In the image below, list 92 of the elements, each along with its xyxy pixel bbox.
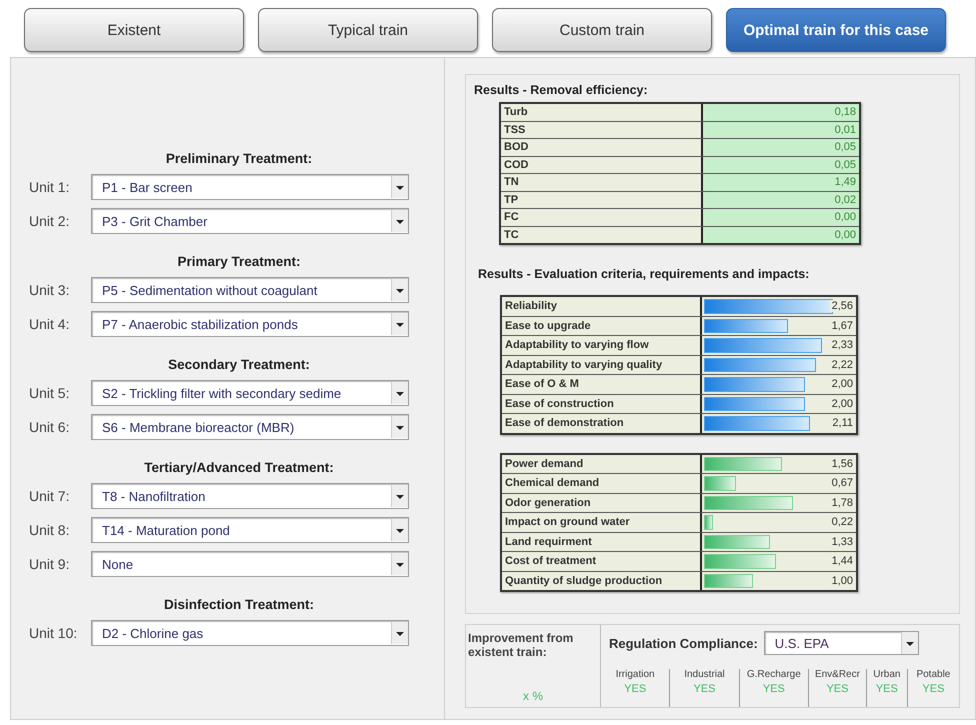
table-cell: 0,05 xyxy=(703,156,859,173)
bar-value: 2,00 xyxy=(830,398,856,410)
use-name: Urban xyxy=(873,669,900,680)
table-cell: 0,00 xyxy=(703,209,859,226)
use-status: YES xyxy=(876,683,898,695)
bar-value: 1,00 xyxy=(830,574,856,587)
improvement-label: Improvement from existent train: xyxy=(468,631,574,660)
table-cell: 0,00 xyxy=(703,226,859,243)
caret-icon xyxy=(391,622,408,644)
panel-title: Results - Removal efficiency: xyxy=(474,83,649,97)
section-heading: Primary Treatment: xyxy=(176,254,302,269)
table-cell: Adaptability to varying quality xyxy=(502,356,702,374)
unit-dropdown[interactable]: T8 - Nanofiltration xyxy=(91,483,409,509)
unit-label: Unit 10: xyxy=(29,625,78,641)
unit-label: Unit 9: xyxy=(29,556,70,572)
table-cell: Turb xyxy=(501,104,703,120)
table-cell: Ease of demonstration xyxy=(502,414,702,432)
unit-dropdown[interactable]: S6 - Membrane bioreactor (MBR) xyxy=(91,414,409,440)
tab[interactable]: Existent xyxy=(24,8,244,52)
tab[interactable]: Custom train xyxy=(492,8,712,52)
unit-label: Unit 3: xyxy=(29,282,70,298)
table-cell: FC xyxy=(501,209,703,226)
table-cell: Ease of O & M xyxy=(502,375,702,394)
bar-value: 1,44 xyxy=(830,555,856,568)
table-cell: COD xyxy=(501,156,703,173)
standard-dropdown[interactable]: U.S. EPA xyxy=(764,631,919,655)
table-cell: 0,18 xyxy=(703,104,859,120)
table-cell: Impact on ground water xyxy=(502,513,702,532)
caret-icon xyxy=(900,632,918,654)
table-cell: BOD xyxy=(501,139,703,156)
unit-label: Unit 1: xyxy=(29,179,70,195)
table-cell: Land requirment xyxy=(502,532,702,551)
caret-icon xyxy=(391,176,408,198)
table-cell: Chemical demand xyxy=(502,474,702,492)
unit-label: Unit 8: xyxy=(29,522,70,538)
unit-label: Unit 5: xyxy=(29,385,70,401)
table-cell: TC xyxy=(501,226,703,243)
unit-label: Unit 4: xyxy=(29,316,70,332)
table-cell: 0,02 xyxy=(703,192,859,208)
use-status: YES xyxy=(826,683,848,695)
use-name: Potable xyxy=(916,669,950,680)
bar-value: 2,00 xyxy=(830,378,856,390)
unit-dropdown[interactable]: D2 - Chlorine gas xyxy=(91,620,409,646)
table-cell: 0,01 xyxy=(703,122,859,138)
panel-title: Results - Evaluation criteria, requirements and impacts: xyxy=(478,267,810,281)
section-heading: Secondary Treatment: xyxy=(167,357,311,372)
caret-icon xyxy=(391,313,408,335)
table-cell: Odor generation xyxy=(502,494,702,512)
use-name: Irrigation xyxy=(616,669,655,680)
unit-dropdown[interactable]: S2 - Trickling filter with secondary sedime xyxy=(91,380,409,406)
table-cell: Cost of treatment xyxy=(502,552,702,570)
tab[interactable]: Optimal train for this case xyxy=(726,8,946,52)
section-heading: Preliminary Treatment: xyxy=(164,151,314,166)
use-name: Env&Recr xyxy=(814,669,860,680)
unit-dropdown[interactable]: P5 - Sedimentation without coagulant xyxy=(91,277,409,303)
table-cell: Ease to upgrade xyxy=(502,316,702,335)
compliance-label: Regulation Compliance: xyxy=(609,636,758,650)
table-cell: Quantity of sludge production xyxy=(502,572,702,590)
use-name: G.Recharge xyxy=(746,669,801,680)
table-cell: Power demand xyxy=(502,454,702,473)
caret-icon xyxy=(391,210,408,232)
caret-icon xyxy=(391,382,408,404)
caret-icon xyxy=(391,279,408,301)
table-cell: Ease of construction xyxy=(502,394,702,413)
unit-dropdown[interactable]: P1 - Bar screen xyxy=(91,174,409,200)
caret-icon xyxy=(391,553,408,575)
use-status: YES xyxy=(922,683,944,695)
unit-label: Unit 7: xyxy=(29,488,70,504)
table-cell: TSS xyxy=(501,122,703,138)
unit-label: Unit 2: xyxy=(29,213,70,229)
caret-icon xyxy=(391,416,408,438)
unit-dropdown[interactable]: None xyxy=(91,551,409,577)
section-heading: Tertiary/Advanced Treatment: xyxy=(143,460,335,475)
section-heading: Disinfection Treatment: xyxy=(162,597,316,612)
table-cell: TP xyxy=(501,192,703,208)
use-status: YES xyxy=(762,683,785,695)
table-cell: Reliability xyxy=(502,297,702,316)
use-status: YES xyxy=(693,683,716,695)
unit-label: Unit 6: xyxy=(29,419,70,435)
caret-icon xyxy=(391,485,408,507)
use-name: Industrial xyxy=(684,669,725,680)
unit-dropdown[interactable]: P3 - Grit Chamber xyxy=(91,208,409,234)
table-cell: TN xyxy=(501,174,703,190)
use-status: YES xyxy=(624,683,646,695)
table-cell: 0,05 xyxy=(703,139,859,156)
caret-icon xyxy=(391,519,408,541)
table-cell: 1,49 xyxy=(703,174,859,190)
unit-dropdown[interactable]: P7 - Anaerobic stabilization ponds xyxy=(91,311,409,337)
tab[interactable]: Typical train xyxy=(258,8,478,52)
unit-dropdown[interactable]: T14 - Maturation pond xyxy=(91,517,409,543)
table-cell: Adaptability to varying flow xyxy=(502,336,702,354)
improvement-value: x % xyxy=(522,689,543,703)
